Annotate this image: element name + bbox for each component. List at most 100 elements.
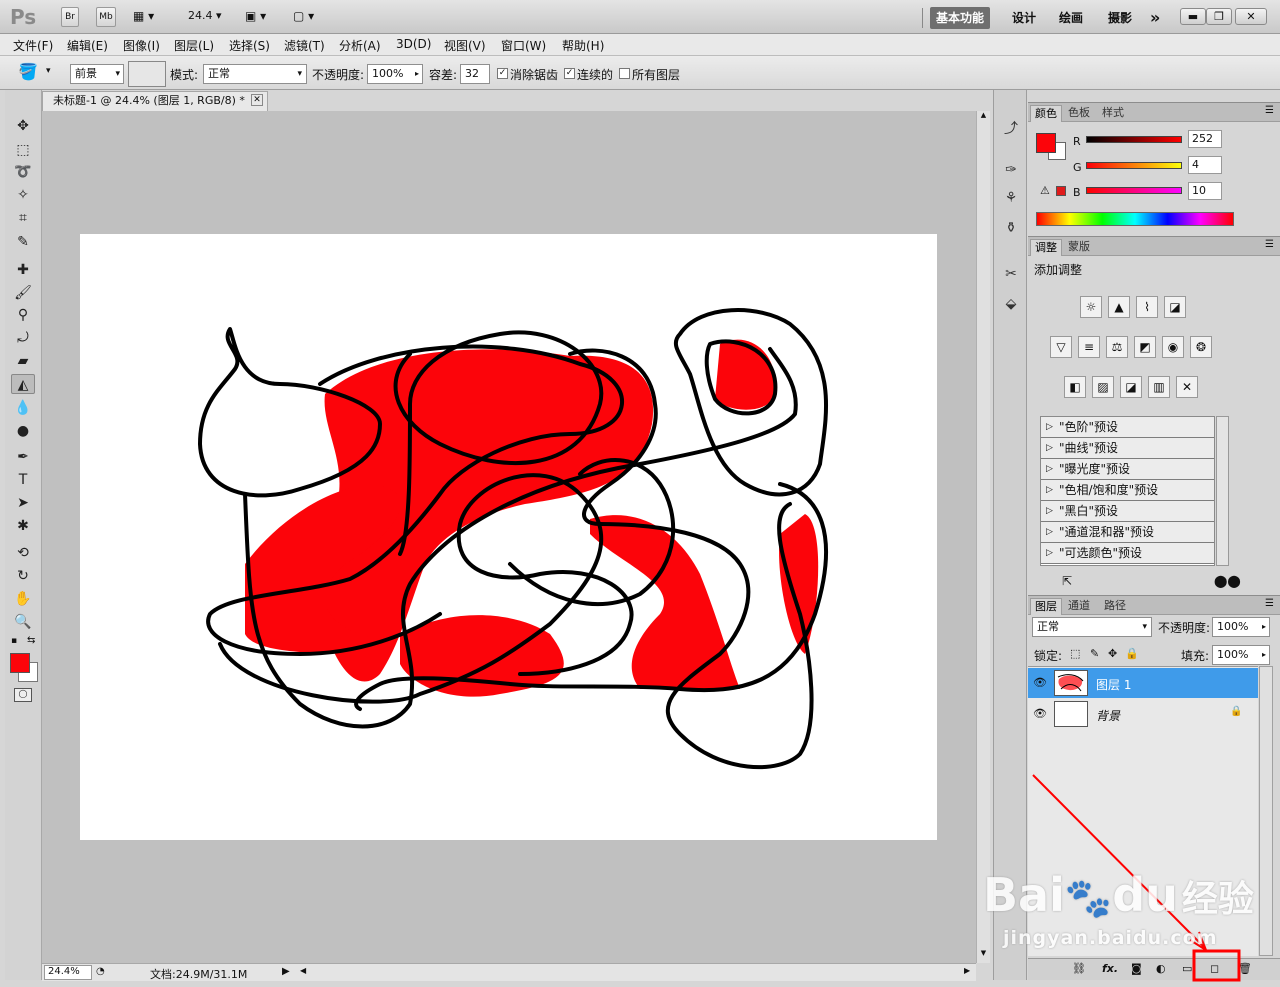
history-brush-tool-icon[interactable]: ⤾ bbox=[11, 328, 35, 348]
menu-view[interactable]: 视图(V) bbox=[444, 37, 486, 54]
preset-levels[interactable]: ▷ "色阶"预设 bbox=[1041, 417, 1214, 438]
move-tool-icon[interactable]: ✥ bbox=[11, 116, 35, 136]
lasso-tool-icon[interactable]: ➰ bbox=[11, 162, 35, 182]
menu-help[interactable]: 帮助(H) bbox=[562, 37, 604, 54]
scroll-right-icon[interactable]: ▶ bbox=[964, 966, 970, 975]
canvas[interactable] bbox=[80, 234, 937, 840]
preset-curves[interactable]: ▷ "曲线"预设 bbox=[1041, 438, 1214, 459]
workspace-photography[interactable]: 摄影 bbox=[1102, 7, 1138, 29]
curves-icon[interactable]: ⌇ bbox=[1136, 296, 1158, 318]
blue-value-input[interactable]: 10 bbox=[1188, 182, 1222, 200]
presets-scrollbar[interactable] bbox=[1216, 416, 1229, 566]
zoom-tool-icon[interactable]: 🔍 bbox=[11, 612, 35, 632]
tool-presets-icon[interactable]: ✂ bbox=[999, 266, 1023, 288]
new-layer-icon[interactable]: ◻ bbox=[1210, 962, 1219, 975]
lock-position-icon[interactable]: ✥ bbox=[1108, 647, 1117, 660]
tab-adjustments[interactable]: 调整 bbox=[1030, 239, 1062, 256]
panel-menu-icon[interactable]: ☰ bbox=[1265, 105, 1274, 116]
selective-color-icon[interactable]: ✕ bbox=[1176, 376, 1198, 398]
scroll-down-icon[interactable]: ▼ bbox=[977, 949, 990, 961]
healing-brush-tool-icon[interactable]: ✚ bbox=[11, 260, 35, 280]
layer-opacity-input[interactable]: 100% ▸ bbox=[1212, 617, 1270, 637]
color-spectrum-bar[interactable] bbox=[1036, 212, 1234, 226]
view-extras-icon[interactable]: ▦ ▾ bbox=[133, 9, 154, 23]
preset-channel-mixer[interactable]: ▷ "通道混和器"预设 bbox=[1041, 522, 1214, 543]
vibrance-icon[interactable]: ▽ bbox=[1050, 336, 1072, 358]
antialias-checkbox[interactable]: ✓ bbox=[497, 68, 508, 79]
layer-name[interactable]: 背景 bbox=[1096, 707, 1120, 724]
3d-rotate-tool-icon[interactable]: ⟲ bbox=[11, 543, 35, 563]
exposure-icon[interactable]: ◪ bbox=[1164, 296, 1186, 318]
clone-source-icon[interactable]: ⚱ bbox=[999, 220, 1023, 242]
swap-colors-icon[interactable]: ⇆ bbox=[27, 635, 35, 646]
fill-source-select[interactable]: 前景 ▾ bbox=[70, 64, 124, 84]
tab-swatches[interactable]: 色板 bbox=[1064, 105, 1094, 122]
workspace-essentials[interactable]: 基本功能 bbox=[930, 7, 991, 29]
layer-row[interactable]: 👁 图层 1 bbox=[1028, 668, 1258, 698]
red-value-input[interactable]: 252 bbox=[1188, 130, 1222, 148]
brightness-icon[interactable]: ☼ bbox=[1080, 296, 1102, 318]
eraser-tool-icon[interactable]: ▰ bbox=[11, 351, 35, 371]
document-tab[interactable]: 未标题-1 @ 24.4% (图层 1, RGB/8) * ✕ bbox=[42, 91, 268, 111]
more-workspaces-icon[interactable]: » bbox=[1144, 7, 1166, 29]
lock-all-icon[interactable]: 🔒 bbox=[1125, 647, 1139, 660]
3d-panel-icon[interactable]: ⬙ bbox=[999, 296, 1023, 318]
layer-row[interactable]: 👁 背景 🔒 bbox=[1028, 699, 1258, 729]
zoom-status-field[interactable]: 24.4% bbox=[44, 965, 92, 980]
workspace-design[interactable]: 设计 bbox=[1006, 7, 1042, 29]
black-white-icon[interactable]: ◩ bbox=[1134, 336, 1156, 358]
blur-tool-icon[interactable]: 💧 bbox=[11, 398, 35, 418]
menu-file[interactable]: 文件(F) bbox=[13, 37, 53, 54]
dodge-tool-icon[interactable]: ● bbox=[11, 421, 35, 441]
preset-black-white[interactable]: ▷ "黑白"预设 bbox=[1041, 501, 1214, 522]
posterize-icon[interactable]: ▨ bbox=[1092, 376, 1114, 398]
color-balance-icon[interactable]: ⚖ bbox=[1106, 336, 1128, 358]
status-menu-arrow-icon[interactable]: ▶ bbox=[282, 966, 290, 977]
gradient-map-icon[interactable]: ▥ bbox=[1148, 376, 1170, 398]
brush-panel-icon[interactable]: ⚘ bbox=[999, 190, 1023, 212]
tab-masks[interactable]: 蒙版 bbox=[1064, 239, 1094, 256]
scroll-left-icon[interactable]: ◀ bbox=[300, 966, 306, 975]
eye-icon[interactable]: 👁 bbox=[1033, 707, 1047, 720]
tab-layers[interactable]: 图层 bbox=[1030, 598, 1062, 615]
channel-mixer-icon[interactable]: ❂ bbox=[1190, 336, 1212, 358]
default-colors-icon[interactable]: ▪ bbox=[11, 636, 17, 646]
status-options-icon[interactable]: ◔ bbox=[96, 966, 105, 977]
screen-mode-icon[interactable]: ▢ ▾ bbox=[293, 9, 314, 23]
blue-slider[interactable] bbox=[1086, 187, 1182, 194]
brush-tool-icon[interactable]: 🖌 bbox=[11, 283, 35, 303]
chevron-down-icon[interactable]: ▾ bbox=[46, 66, 51, 76]
delete-layer-icon[interactable]: 🗑 bbox=[1238, 962, 1252, 975]
zoom-level-dropdown[interactable]: 24.4 ▾ bbox=[188, 9, 222, 22]
lock-pixels-icon[interactable]: ✎ bbox=[1090, 647, 1099, 660]
path-selection-tool-icon[interactable]: ➤ bbox=[11, 493, 35, 513]
brush-presets-icon[interactable]: ✑ bbox=[999, 162, 1023, 184]
adjustment-layer-icon[interactable]: ◐ bbox=[1156, 962, 1166, 975]
history-panel-icon[interactable]: ⤴ bbox=[999, 118, 1023, 140]
restore-icon[interactable]: ❐ bbox=[1206, 8, 1232, 25]
hue-saturation-icon[interactable]: ≡ bbox=[1078, 336, 1100, 358]
menu-image[interactable]: 图像(I) bbox=[123, 37, 160, 54]
bridge-button[interactable]: Br bbox=[61, 7, 79, 27]
menu-analysis[interactable]: 分析(A) bbox=[339, 37, 381, 54]
layer-name[interactable]: 图层 1 bbox=[1096, 676, 1131, 693]
quick-mask-icon[interactable]: ◯ bbox=[14, 688, 32, 702]
tab-channels[interactable]: 通道 bbox=[1064, 598, 1094, 615]
tab-color[interactable]: 颜色 bbox=[1030, 105, 1062, 122]
menu-layer[interactable]: 图层(L) bbox=[174, 37, 214, 54]
panel-menu-icon[interactable]: ☰ bbox=[1265, 239, 1274, 250]
quick-select-tool-icon[interactable]: ✧ bbox=[11, 185, 35, 205]
preset-hue-saturation[interactable]: ▷ "色相/饱和度"预设 bbox=[1041, 480, 1214, 501]
preset-exposure[interactable]: ▷ "曝光度"预设 bbox=[1041, 459, 1214, 480]
preset-selective-color[interactable]: ▷ "可选颜色"预设 bbox=[1041, 543, 1214, 564]
link-layers-icon[interactable]: ⛓ bbox=[1072, 962, 1086, 975]
tolerance-input[interactable]: 32 bbox=[460, 64, 490, 84]
photo-filter-icon[interactable]: ◉ bbox=[1162, 336, 1184, 358]
green-slider[interactable] bbox=[1086, 162, 1182, 169]
new-group-icon[interactable]: ▭ bbox=[1182, 962, 1192, 975]
layers-scrollbar[interactable] bbox=[1259, 666, 1273, 956]
layer-style-fx-icon[interactable]: fx. bbox=[1102, 962, 1118, 975]
arrange-documents-icon[interactable]: ▣ ▾ bbox=[245, 9, 266, 23]
crop-tool-icon[interactable]: ⌗ bbox=[11, 208, 35, 228]
minimize-icon[interactable]: ▬ bbox=[1180, 8, 1206, 25]
